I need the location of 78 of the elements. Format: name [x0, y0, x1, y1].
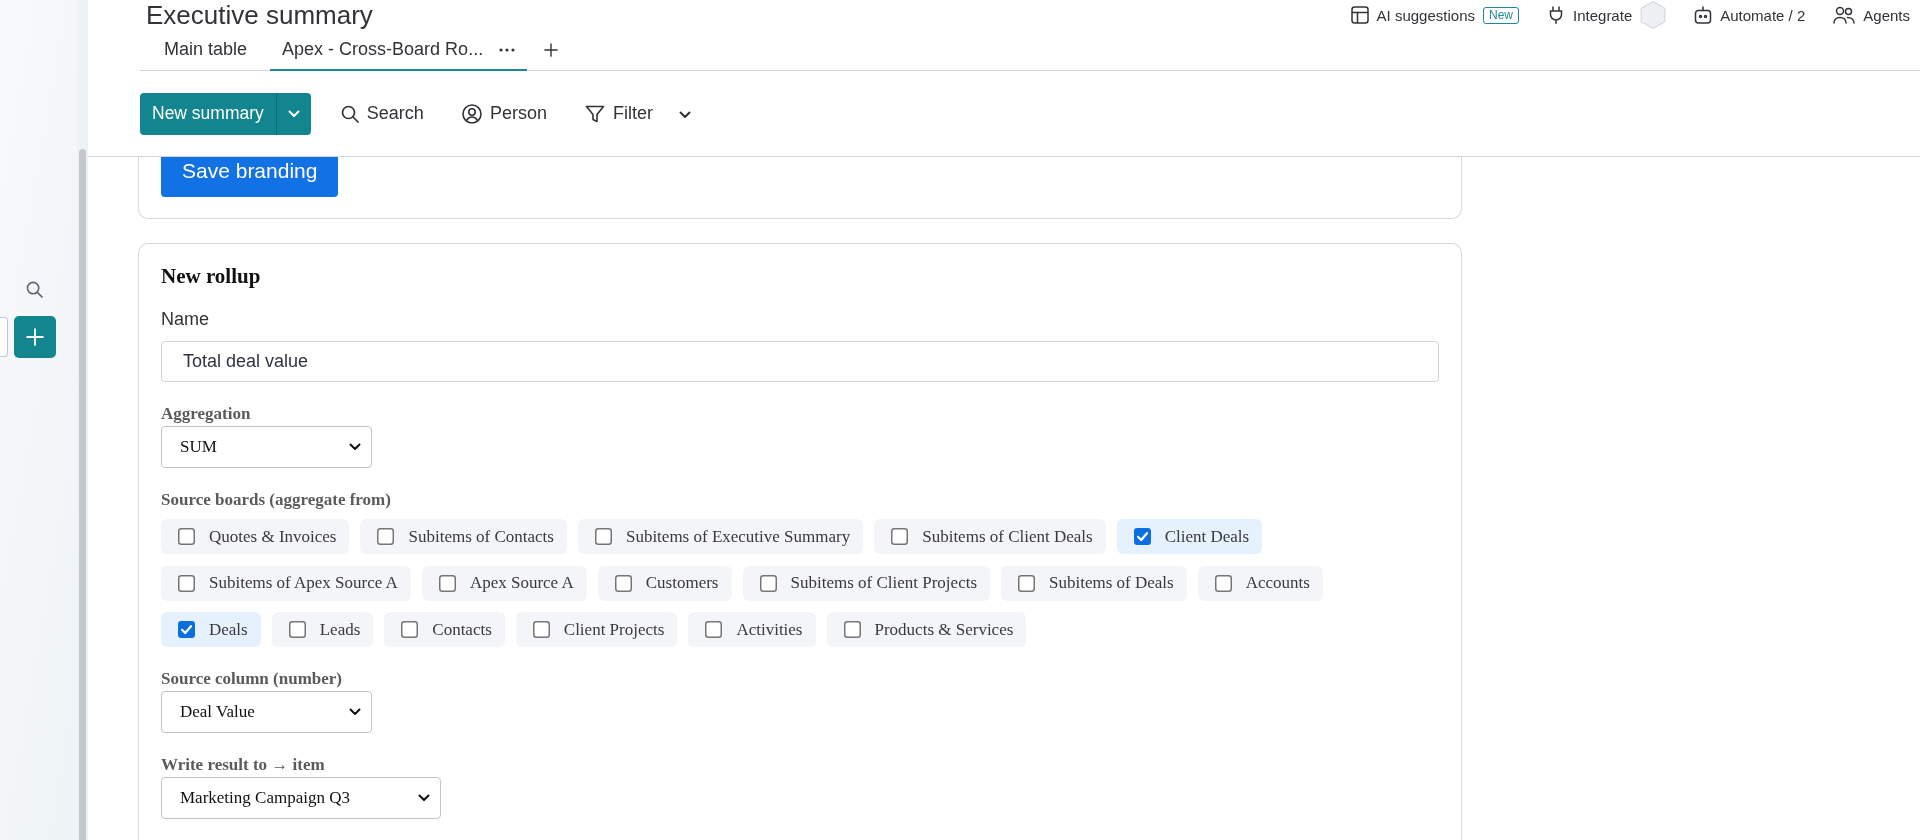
checkbox[interactable] — [178, 621, 195, 638]
board-option[interactable]: Subitems of Executive Summary — [577, 519, 864, 554]
chevron-icon — [678, 111, 691, 119]
chevron-icon — [349, 443, 361, 451]
checkbox[interactable] — [614, 574, 632, 592]
board-option[interactable]: Leads — [271, 612, 374, 647]
input-field[interactable] — [0, 317, 8, 357]
field-label: Write result to → item — [161, 755, 325, 775]
chevron-icon — [287, 109, 300, 118]
ai-suggestions-button[interactable]: AI suggestions New — [1350, 6, 1519, 24]
checkbox[interactable] — [438, 574, 456, 592]
board-option[interactable]: Customers — [597, 565, 732, 601]
dropdown-button[interactable] — [275, 92, 311, 135]
checkbox[interactable] — [178, 574, 195, 592]
board-option[interactable]: Contacts — [384, 612, 505, 647]
agents-button[interactable]: Agents — [1833, 6, 1910, 24]
checkbox[interactable] — [891, 528, 909, 545]
add-button[interactable] — [14, 316, 56, 358]
document-icon — [1350, 6, 1369, 24]
checkbox[interactable] — [1214, 574, 1232, 592]
checkbox[interactable] — [1018, 574, 1036, 592]
plus-icon — [26, 328, 44, 346]
chevron-icon — [349, 708, 361, 716]
checkbox[interactable] — [843, 621, 861, 638]
checkbox[interactable] — [401, 621, 419, 638]
automate-button[interactable]: Automate / 2 — [1694, 6, 1806, 24]
person-icon — [461, 103, 482, 124]
scrollbar-thumb[interactable] — [79, 149, 86, 840]
chevron-icon — [418, 794, 430, 802]
board-option[interactable]: Quotes & Invoices — [161, 519, 350, 554]
plus-icon[interactable] — [544, 43, 559, 57]
tab[interactable]: Main table — [152, 30, 260, 71]
source-column-select[interactable]: Deal Value — [161, 691, 372, 733]
new-badge: New — [1483, 6, 1519, 24]
board-option[interactable]: Deals — [161, 612, 261, 647]
checkbox[interactable] — [1133, 528, 1151, 545]
search-icon[interactable] — [26, 281, 43, 298]
checkbox[interactable] — [594, 528, 612, 545]
checkbox[interactable] — [377, 528, 395, 545]
board-option[interactable]: Subitems of Client Deals — [874, 519, 1106, 554]
more-icon[interactable] — [499, 47, 516, 52]
checkbox[interactable] — [178, 528, 195, 545]
search-button[interactable]: Search — [332, 97, 432, 130]
board-title: Executive summary — [146, 0, 373, 30]
integrate-button[interactable]: Integrate — [1547, 1, 1667, 29]
form-title: New rollup — [161, 264, 261, 288]
filter-icon — [584, 103, 605, 124]
plug-icon — [1547, 6, 1565, 24]
field-label: Source boards (aggregate from) — [161, 490, 391, 510]
name-input[interactable]: Total deal value — [161, 341, 1439, 382]
checkbox[interactable] — [288, 621, 306, 638]
save-branding-button[interactable]: Save branding — [161, 157, 339, 197]
board-option[interactable]: Subitems of Contacts — [360, 519, 567, 554]
board-option[interactable]: Client Deals — [1116, 519, 1263, 554]
board-option[interactable]: Apex Source A — [421, 565, 587, 601]
board-option[interactable]: Subitems of Apex Source A — [161, 565, 411, 601]
robot-icon — [1694, 6, 1713, 24]
board-option[interactable]: Accounts — [1197, 565, 1323, 601]
write-result-select[interactable]: Marketing Campaign Q3 — [161, 777, 441, 819]
board-option[interactable]: Activities — [688, 612, 816, 647]
hexagon-icon — [1640, 1, 1667, 29]
board-option[interactable]: Subitems of Client Projects — [742, 565, 991, 601]
checkbox[interactable] — [705, 621, 723, 638]
people-icon — [1833, 6, 1856, 24]
filter-button[interactable]: Filter — [576, 97, 699, 130]
board-option[interactable]: Client Projects — [515, 612, 678, 647]
person-button[interactable]: Person — [453, 97, 555, 130]
board-option[interactable]: Products & Services — [826, 612, 1027, 647]
field-label: Name — [161, 309, 209, 330]
checkbox[interactable] — [759, 574, 777, 592]
checkbox[interactable] — [532, 621, 550, 638]
tab[interactable]: Apex - Cross-Board Ro... — [270, 30, 528, 71]
board-option[interactable]: Subitems of Deals — [1001, 565, 1187, 601]
field-label: Source column (number) — [161, 669, 342, 689]
field-label: Aggregation — [161, 404, 251, 424]
new-summary-button[interactable]: New summary — [140, 92, 276, 135]
search-icon — [340, 104, 359, 123]
aggregation-select[interactable]: SUM — [161, 426, 372, 468]
